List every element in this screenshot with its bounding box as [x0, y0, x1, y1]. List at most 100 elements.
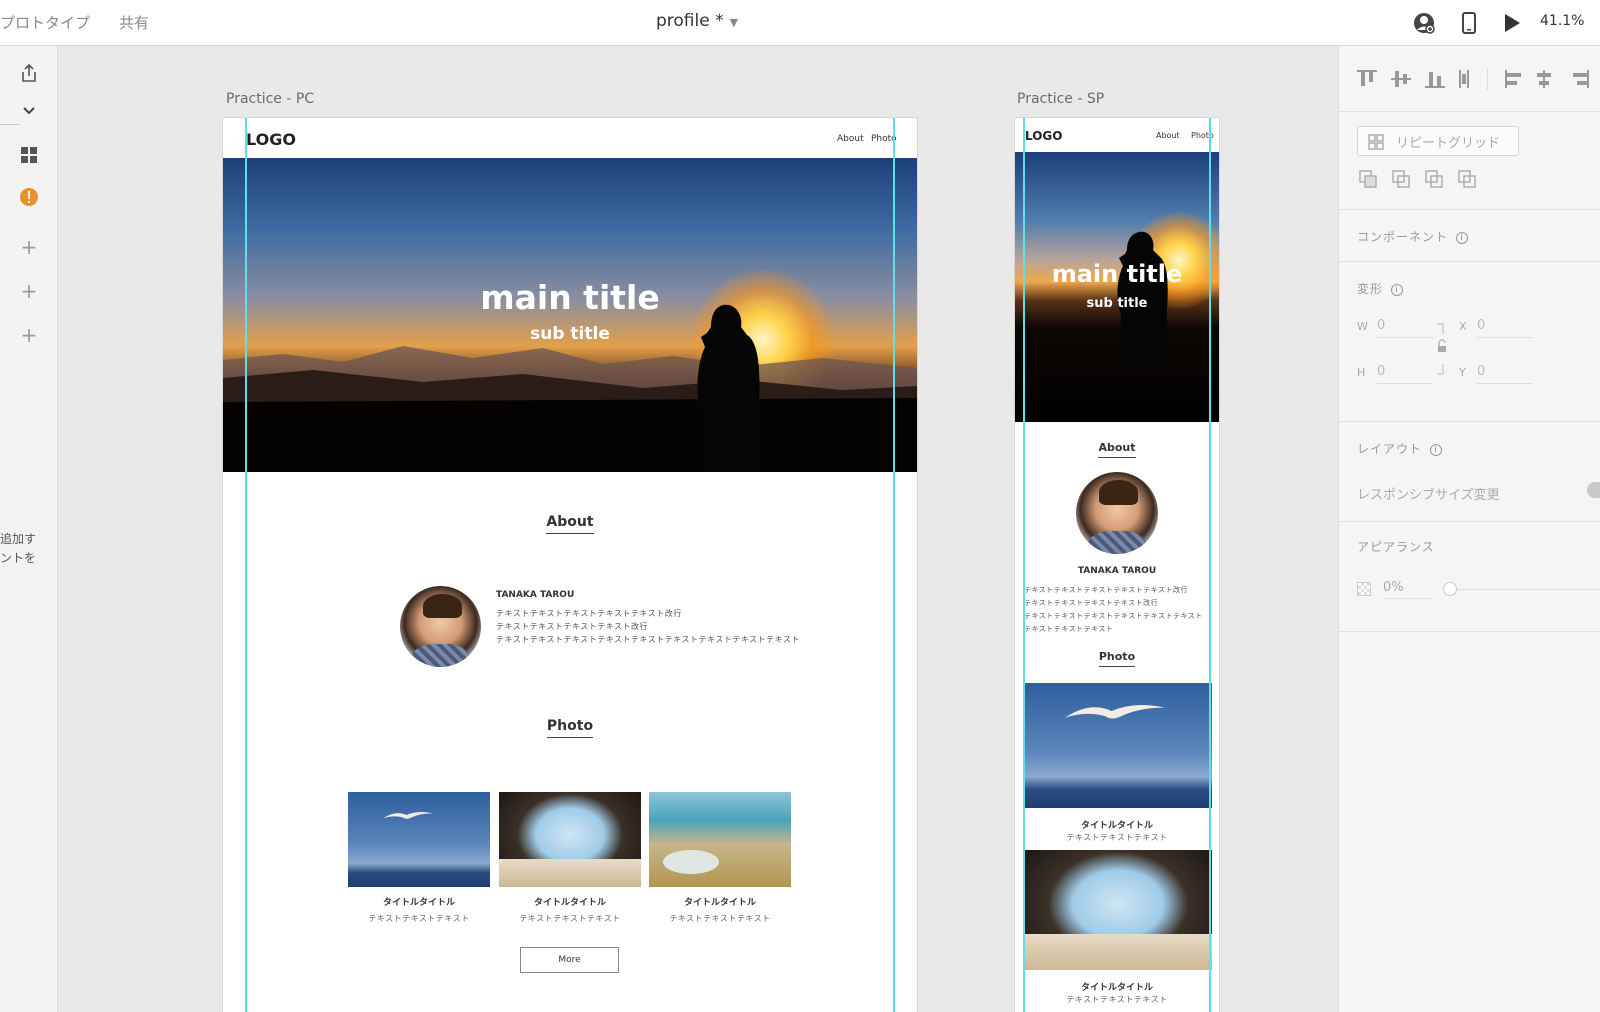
height-label: H: [1357, 366, 1366, 379]
device-preview-icon[interactable]: [1457, 11, 1481, 35]
card-text: テキストテキストテキスト: [669, 914, 771, 923]
more-button[interactable]: More: [520, 947, 619, 973]
appearance-section: アピアランス 0%: [1339, 522, 1600, 632]
zoom-level[interactable]: 41.1%: [1540, 13, 1584, 29]
photo-heading-text: Photo: [546, 718, 594, 738]
about-line: テキストテキストテキストテキストテキストテキストテキストテキストテキスト: [496, 635, 800, 644]
artboard-label-sp[interactable]: Practice - SP: [1017, 91, 1104, 107]
transform-section: 変形 i W 0 X 0 H 0 Y 0: [1339, 262, 1600, 422]
logo[interactable]: LOGO: [246, 130, 296, 149]
property-inspector: リピートグリッド コンポーネント i 変形 i W 0 X 0 H 0 Y 0 レイ…: [1338, 46, 1600, 1012]
y-label: Y: [1459, 366, 1466, 379]
repeat-grid-icon: [1368, 134, 1384, 150]
photo-card-image[interactable]: [499, 792, 641, 887]
card-title: タイトルタイトル: [683, 898, 756, 908]
avatar-shirt: [412, 644, 469, 667]
hero-main-title: main title: [480, 278, 660, 317]
layout-heading: レイアウト i: [1357, 440, 1443, 457]
transform-label: 変形: [1357, 282, 1384, 296]
opacity-field[interactable]: 0%: [1383, 580, 1431, 599]
surfboard: [663, 850, 719, 874]
component-label: コンポーネント: [1357, 230, 1449, 244]
document-title[interactable]: profile * ▼: [656, 11, 738, 31]
photo-card-image[interactable]: [348, 792, 490, 887]
layout-label: レイアウト: [1357, 442, 1423, 456]
add-icon[interactable]: +: [14, 320, 44, 350]
nav-about[interactable]: About: [837, 134, 864, 144]
tab-share[interactable]: 共有: [119, 12, 149, 33]
nav-about[interactable]: About: [1156, 131, 1180, 140]
add-icon[interactable]: +: [14, 276, 44, 306]
photo-heading-text: Photo: [1098, 650, 1136, 667]
opacity-icon: [1357, 582, 1371, 596]
profile-name: TANAKA TAROU: [496, 590, 575, 600]
chevron-down-icon[interactable]: [14, 96, 44, 126]
repeat-grid-section: リピートグリッド: [1339, 112, 1600, 210]
hero-image: main title sub title: [1015, 152, 1219, 422]
photographer-silhouette: [1117, 231, 1168, 360]
photo-heading: Photo: [1015, 650, 1219, 667]
card-title: タイトルタイトル: [1080, 821, 1153, 831]
about-heading-text: About: [1098, 441, 1136, 458]
avatar: [400, 586, 481, 667]
document-title-text: profile *: [656, 11, 724, 31]
artboard-sp[interactable]: LOGO About Photo main title sub title Ab…: [1015, 118, 1219, 1012]
opacity-slider-handle[interactable]: [1443, 582, 1457, 596]
avatar-hair: [1098, 480, 1139, 505]
about-heading: About: [1015, 441, 1219, 458]
share-user-icon[interactable]: [1412, 11, 1436, 35]
height-field[interactable]: 0: [1377, 364, 1433, 384]
card-text: テキストテキストテキスト: [519, 914, 621, 923]
layout-guide: [893, 118, 895, 1012]
boolean-ops-icons[interactable]: [1359, 169, 1479, 191]
x-label: X: [1459, 320, 1467, 333]
layout-guide: [1209, 118, 1211, 1012]
avatar-shirt: [1088, 531, 1146, 554]
photo-card-image[interactable]: [1024, 850, 1212, 970]
left-toolbar: + + +: [0, 46, 58, 1012]
about-line: テキストテキストテキストテキスト改行: [1024, 599, 1159, 607]
layout-section: レイアウト i レスポンシブサイズ変更: [1339, 422, 1600, 522]
repeat-grid-button[interactable]: リピートグリッド: [1357, 126, 1519, 156]
logo[interactable]: LOGO: [1025, 129, 1062, 143]
card-title: タイトルタイトル: [533, 898, 606, 908]
info-icon[interactable]: i: [1430, 443, 1443, 456]
avatar: [1076, 472, 1158, 554]
width-label: W: [1357, 320, 1368, 333]
width-field[interactable]: 0: [1377, 318, 1433, 338]
y-field[interactable]: 0: [1477, 364, 1533, 384]
component-section: コンポーネント i: [1339, 210, 1600, 262]
transform-heading: 変形 i: [1357, 280, 1404, 297]
responsive-resize-label: レスポンシブサイズ変更: [1357, 488, 1500, 503]
divider: [0, 124, 20, 125]
add-icon[interactable]: +: [14, 232, 44, 262]
photo-card-image[interactable]: [649, 792, 791, 887]
x-field[interactable]: 0: [1477, 318, 1533, 338]
info-icon[interactable]: i: [1456, 231, 1469, 244]
seagull: [383, 812, 433, 819]
seagull: [1065, 705, 1165, 719]
align-icons[interactable]: [1357, 68, 1597, 90]
lock-ratio-icon[interactable]: [1435, 322, 1449, 376]
align-section: [1339, 46, 1600, 112]
warning-icon[interactable]: [14, 182, 44, 212]
play-icon[interactable]: [1500, 11, 1524, 35]
responsive-toggle[interactable]: [1587, 482, 1600, 498]
photo-card-image[interactable]: [1024, 683, 1212, 808]
hero-image: main title sub title: [223, 158, 917, 472]
hint-line: ントを: [0, 551, 37, 565]
hero-sub-title: sub title: [1086, 296, 1148, 311]
avatar-hair: [422, 594, 462, 619]
tab-prototype[interactable]: プロトタイプ: [0, 12, 90, 33]
info-icon[interactable]: i: [1391, 283, 1404, 296]
card-text: テキストテキストテキスト: [1066, 833, 1168, 842]
appearance-label: アピアランス: [1357, 540, 1435, 554]
top-bar: プロトタイプ 共有 profile * ▼ 41.1%: [0, 0, 1600, 46]
repeat-grid-label: リピートグリッド: [1396, 135, 1501, 151]
card-text: テキストテキストテキスト: [368, 914, 470, 923]
export-icon[interactable]: [14, 58, 44, 88]
assets-grid-icon[interactable]: [14, 140, 44, 170]
opacity-slider-track[interactable]: [1447, 589, 1600, 590]
artboard-pc[interactable]: LOGO About Photo main title sub title Ab…: [223, 118, 917, 1012]
artboard-label-pc[interactable]: Practice - PC: [226, 91, 314, 107]
